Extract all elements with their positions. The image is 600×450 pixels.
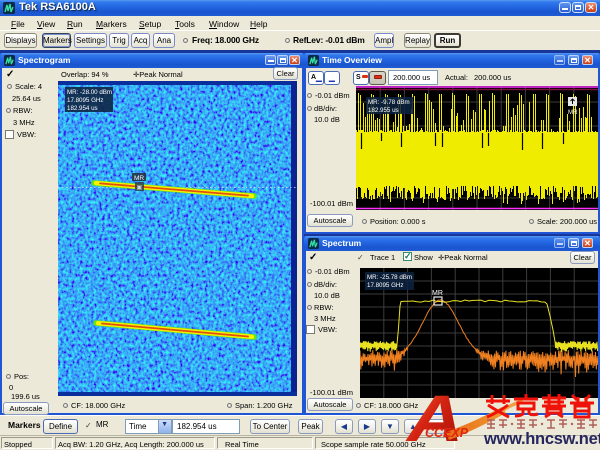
- svg-text:182.955 us: 182.955 us: [368, 107, 399, 114]
- svg-text:17.8095 GHz: 17.8095 GHz: [67, 97, 103, 104]
- svg-text:▣: ▣: [137, 185, 143, 191]
- svg-text:MR: MR: [432, 290, 443, 297]
- svg-text:MR: MR: [134, 175, 144, 182]
- svg-text:MR: MR: [568, 109, 578, 116]
- svg-text:MR: -9.78 dBm: MR: -9.78 dBm: [368, 99, 410, 106]
- svg-text:MR: -25.78 dBm: MR: -25.78 dBm: [367, 274, 412, 281]
- svg-text:MR: -28.00 dBm: MR: -28.00 dBm: [67, 89, 112, 96]
- svg-text:17.8095 GHz: 17.8095 GHz: [367, 282, 403, 289]
- svg-text:182.954 us: 182.954 us: [67, 105, 98, 112]
